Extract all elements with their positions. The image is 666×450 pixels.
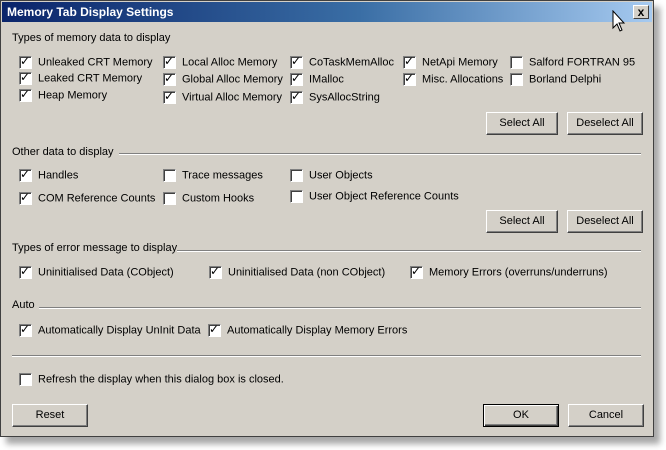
- checkbox-unleaked-crt[interactable]: Unleaked CRT Memory: [19, 54, 153, 71]
- checkbox-sysallocstring[interactable]: SysAllocString: [290, 89, 380, 106]
- error-types-separator: [177, 250, 641, 252]
- checkbox-label: SysAllocString: [309, 91, 380, 104]
- checkbox-trace-messages[interactable]: Trace messages: [163, 169, 263, 184]
- checkbox-box[interactable]: [19, 70, 32, 85]
- checkbox-custom-hooks[interactable]: Custom Hooks: [163, 192, 254, 207]
- checkbox-memory-errors[interactable]: Memory Errors (overruns/underruns): [410, 264, 608, 281]
- checkbox-netapi[interactable]: NetApi Memory: [403, 54, 498, 71]
- checkbox-borland-delphi[interactable]: Borland Delphi: [510, 73, 601, 88]
- checkbox-label: COM Reference Counts: [38, 192, 156, 205]
- error-types-heading: Types of error message to display: [12, 242, 178, 254]
- checkbox-user-objects[interactable]: User Objects: [290, 169, 373, 184]
- memory-types-heading: Types of memory data to display: [12, 32, 171, 44]
- checkbox-label: Memory Errors (overruns/underruns): [429, 266, 608, 279]
- checkbox-handles[interactable]: Handles: [19, 167, 79, 184]
- checkbox-label: Global Alloc Memory: [182, 73, 283, 86]
- reset-button[interactable]: Reset: [12, 404, 88, 427]
- checkbox-box[interactable]: [19, 87, 32, 102]
- checkbox-leaked-crt[interactable]: Leaked CRT Memory: [19, 70, 143, 87]
- ok-button[interactable]: OK: [483, 404, 559, 427]
- checkbox-label: User Objects: [309, 169, 373, 182]
- checkbox-heap-memory[interactable]: Heap Memory: [19, 87, 108, 104]
- checkbox-auto-memory-errors[interactable]: Automatically Display Memory Errors: [208, 322, 408, 339]
- checkbox-local-alloc[interactable]: Local Alloc Memory: [163, 54, 278, 71]
- checkbox-label: Handles: [38, 169, 79, 182]
- checkbox-box[interactable]: [403, 54, 416, 69]
- checkbox-misc-allocations[interactable]: Misc. Allocations: [403, 71, 504, 88]
- checkbox-box[interactable]: [19, 373, 32, 386]
- checkbox-label: NetApi Memory: [422, 56, 498, 69]
- checkbox-box[interactable]: [410, 264, 423, 279]
- checkbox-label: Automatically Display UnInit Data: [38, 324, 201, 337]
- checkbox-label: Borland Delphi: [529, 73, 602, 86]
- checkbox-auto-uninit[interactable]: Automatically Display UnInit Data: [19, 322, 201, 339]
- checkbox-box[interactable]: [290, 169, 303, 182]
- memory-select-all-button[interactable]: Select All: [486, 112, 558, 135]
- mouse-cursor-icon: [612, 10, 626, 32]
- other-data-heading: Other data to display: [12, 146, 114, 158]
- memory-deselect-all-button[interactable]: Deselect All: [567, 112, 643, 135]
- checkbox-label: Salford FORTRAN 95: [529, 56, 636, 69]
- checkbox-label: Leaked CRT Memory: [38, 72, 143, 85]
- checkbox-salford-fortran[interactable]: Salford FORTRAN 95: [510, 56, 635, 71]
- checkbox-com-ref-counts[interactable]: COM Reference Counts: [19, 190, 156, 207]
- other-select-all-button[interactable]: Select All: [486, 210, 558, 233]
- checkbox-box[interactable]: [290, 54, 303, 69]
- checkbox-box[interactable]: [290, 190, 303, 203]
- checkbox-label: Custom Hooks: [182, 192, 255, 205]
- checkbox-label: Refresh the display when this dialog box…: [38, 373, 284, 386]
- checkbox-label: Uninitialised Data (non CObject): [228, 266, 386, 279]
- checkbox-box[interactable]: [19, 54, 32, 69]
- checkbox-uninit-cobject[interactable]: Uninitialised Data (CObject): [19, 264, 174, 281]
- auto-separator: [39, 307, 641, 309]
- checkbox-box[interactable]: [19, 190, 32, 205]
- checkbox-virtual-alloc[interactable]: Virtual Alloc Memory: [163, 89, 283, 106]
- checkbox-label: Misc. Allocations: [422, 73, 504, 86]
- checkbox-box[interactable]: [163, 192, 176, 205]
- checkbox-user-object-ref-counts[interactable]: User Object Reference Counts: [290, 190, 459, 205]
- checkbox-box[interactable]: [290, 71, 303, 86]
- close-button[interactable]: x: [633, 5, 649, 19]
- checkbox-cotaskmemalloc[interactable]: CoTaskMemAlloc: [290, 54, 394, 71]
- checkbox-box[interactable]: [510, 73, 523, 86]
- checkbox-label: CoTaskMemAlloc: [309, 56, 394, 69]
- auto-heading: Auto: [12, 299, 35, 311]
- checkbox-box[interactable]: [163, 54, 176, 69]
- checkbox-box[interactable]: [510, 56, 523, 69]
- checkbox-label: Virtual Alloc Memory: [182, 91, 283, 104]
- dialog-title: Memory Tab Display Settings: [7, 5, 174, 19]
- checkbox-box[interactable]: [163, 89, 176, 104]
- checkbox-box[interactable]: [209, 264, 222, 279]
- title-bar[interactable]: Memory Tab Display Settings x: [2, 2, 652, 22]
- checkbox-box[interactable]: [208, 322, 221, 337]
- dialog-window: Memory Tab Display Settings x Types of m…: [0, 0, 654, 437]
- checkbox-label: User Object Reference Counts: [309, 190, 459, 203]
- checkbox-label: Uninitialised Data (CObject): [38, 266, 174, 279]
- checkbox-box[interactable]: [19, 264, 32, 279]
- other-data-separator: [119, 153, 641, 155]
- checkbox-box[interactable]: [163, 71, 176, 86]
- checkbox-label: Automatically Display Memory Errors: [227, 324, 408, 337]
- other-deselect-all-button[interactable]: Deselect All: [567, 210, 643, 233]
- checkbox-label: Unleaked CRT Memory: [38, 56, 153, 69]
- checkbox-label: Trace messages: [182, 169, 263, 182]
- checkbox-refresh-on-close[interactable]: Refresh the display when this dialog box…: [19, 373, 284, 388]
- checkbox-label: Local Alloc Memory: [182, 56, 278, 69]
- checkbox-box[interactable]: [163, 169, 176, 182]
- checkbox-global-alloc[interactable]: Global Alloc Memory: [163, 71, 283, 88]
- checkbox-box[interactable]: [19, 167, 32, 182]
- bottom-separator: [12, 355, 641, 357]
- close-icon: x: [637, 5, 645, 19]
- checkbox-label: Heap Memory: [38, 89, 108, 102]
- checkbox-box[interactable]: [290, 89, 303, 104]
- checkbox-box[interactable]: [403, 71, 416, 86]
- checkbox-uninit-non-cobject[interactable]: Uninitialised Data (non CObject): [209, 264, 386, 281]
- checkbox-label: IMalloc: [309, 73, 344, 86]
- cancel-button[interactable]: Cancel: [568, 404, 644, 427]
- checkbox-box[interactable]: [19, 322, 32, 337]
- checkbox-imalloc[interactable]: IMalloc: [290, 71, 344, 88]
